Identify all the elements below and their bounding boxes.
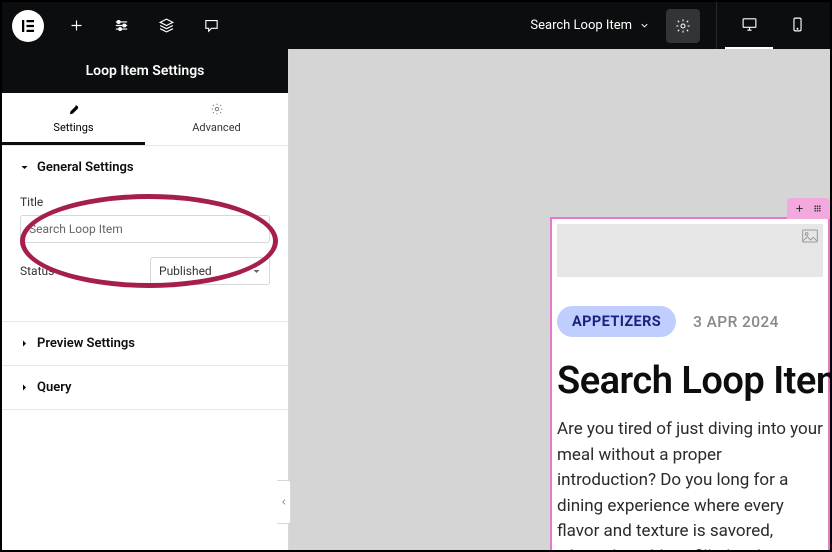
section-query: Query — [2, 366, 288, 410]
section-preview-settings: Preview Settings — [2, 322, 288, 366]
main-area: Loop Item Settings Settings Advanced Gen… — [2, 49, 830, 550]
field-title: Title — [20, 195, 270, 243]
post-meta: APPETIZERS 3 APR 2024 — [552, 282, 828, 337]
plus-icon[interactable] — [794, 203, 805, 214]
caret-down-icon — [252, 267, 261, 276]
post-excerpt: Are you tired of just diving into your m… — [552, 403, 828, 550]
status-label: Status — [20, 264, 54, 278]
tab-settings[interactable]: Settings — [2, 93, 145, 145]
status-value: Published — [159, 264, 212, 278]
title-input[interactable] — [20, 215, 270, 243]
section-title-general: General Settings — [37, 160, 134, 175]
tab-advanced[interactable]: Advanced — [145, 93, 288, 145]
drag-icon[interactable] — [812, 203, 823, 214]
sidebar-tabs: Settings Advanced — [2, 93, 288, 146]
wrench-icon — [67, 102, 81, 116]
section-title-query: Query — [37, 380, 71, 395]
section-head-preview[interactable]: Preview Settings — [2, 322, 288, 365]
comment-icon[interactable] — [189, 2, 234, 49]
section-head-query[interactable]: Query — [2, 366, 288, 409]
section-general-settings: General Settings Title Status Published — [2, 146, 288, 322]
elementor-logo[interactable] — [12, 10, 44, 42]
add-icon[interactable] — [54, 2, 99, 49]
image-icon — [802, 229, 818, 243]
topbar-right: Search Loop Item — [522, 2, 821, 49]
topbar-left — [2, 2, 234, 49]
post-title[interactable]: Search Loop Item — [552, 337, 828, 403]
tab-settings-label: Settings — [53, 121, 93, 134]
sliders-icon[interactable] — [99, 2, 144, 49]
mobile-icon — [789, 16, 806, 33]
section-head-general[interactable]: General Settings — [2, 146, 288, 189]
desktop-device-button[interactable] — [725, 2, 773, 49]
frame-handle[interactable] — [787, 198, 830, 219]
tab-advanced-label: Advanced — [192, 121, 240, 134]
canvas[interactable]: APPETIZERS 3 APR 2024 Search Loop Item A… — [289, 49, 830, 550]
image-placeholder[interactable] — [557, 224, 823, 277]
sidebar-collapse-handle[interactable] — [277, 480, 291, 524]
gear-icon — [210, 102, 224, 116]
sidebar: Loop Item Settings Settings Advanced Gen… — [2, 49, 289, 550]
caret-right-icon — [20, 383, 29, 392]
section-body-general: Title Status Published — [2, 189, 288, 321]
sidebar-title: Loop Item Settings — [2, 49, 288, 93]
chevron-down-icon — [639, 20, 650, 31]
layers-icon[interactable] — [144, 2, 189, 49]
post-date: 3 APR 2024 — [693, 313, 779, 331]
settings-button[interactable] — [666, 9, 700, 43]
document-name-dropdown[interactable]: Search Loop Item — [522, 18, 658, 33]
title-label: Title — [20, 195, 270, 209]
topbar: Search Loop Item — [2, 2, 830, 49]
caret-down-icon — [20, 163, 29, 172]
responsive-devices — [716, 2, 821, 49]
chevron-left-icon — [280, 498, 288, 506]
document-name-label: Search Loop Item — [530, 18, 632, 33]
category-badge[interactable]: APPETIZERS — [557, 306, 676, 337]
desktop-icon — [741, 16, 758, 33]
loop-item-frame[interactable]: APPETIZERS 3 APR 2024 Search Loop Item A… — [550, 217, 830, 550]
gear-icon — [675, 18, 691, 34]
section-title-preview: Preview Settings — [37, 336, 135, 351]
sidebar-sections: General Settings Title Status Published — [2, 146, 288, 550]
field-status: Status Published — [20, 257, 270, 285]
caret-right-icon — [20, 339, 29, 348]
status-select[interactable]: Published — [150, 257, 270, 285]
mobile-device-button[interactable] — [773, 2, 821, 49]
